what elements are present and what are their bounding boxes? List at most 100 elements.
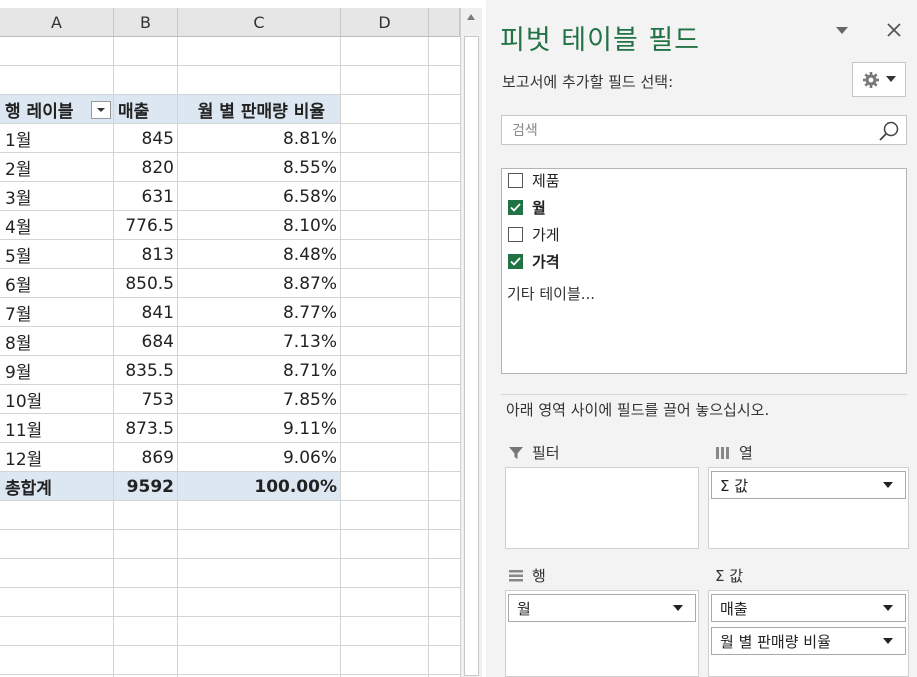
drag-hint: 아래 영역 사이에 필드를 끌어 놓으십시오. (506, 401, 770, 419)
row-labels-filter-button[interactable] (91, 101, 111, 119)
field-item[interactable]: 제품 (508, 169, 560, 191)
panel-options-chevron-icon[interactable] (836, 27, 848, 35)
ratio-header[interactable]: 월 별 판매량 비율 (181, 95, 339, 124)
spreadsheet[interactable]: A B C D 행 레이블 매출 월 별 판매량 비율 1월 845 8.81% 2월… (0, 0, 460, 677)
search-input[interactable] (510, 120, 874, 142)
ratio-cell[interactable]: 8.48% (178, 240, 337, 269)
row-labels-header[interactable]: 행 레이블 (5, 95, 95, 124)
values-area-title: Σ 값 (715, 567, 744, 585)
row-label-cell[interactable]: 6월 (5, 269, 105, 298)
values-area-label: Σ 값 (715, 565, 743, 586)
filter-dropdown-icon (97, 108, 105, 112)
checkbox-checked[interactable] (508, 199, 523, 215)
rows-field-label: 월 (517, 599, 531, 618)
sales-header[interactable]: 매출 (118, 95, 174, 124)
sales-cell[interactable]: 820 (114, 153, 174, 182)
column-header-b[interactable]: B (114, 8, 178, 37)
grand-total-label[interactable]: 총합계 (5, 472, 105, 501)
sales-cell[interactable]: 631 (114, 182, 174, 211)
field-label: 가게 (532, 225, 560, 244)
row-label-cell[interactable]: 2월 (5, 153, 105, 182)
sales-cell[interactable]: 841 (114, 298, 174, 327)
rows-field-month[interactable]: 월 (508, 594, 696, 622)
sheet-vertical-scrollbar[interactable] (460, 8, 482, 677)
ratio-cell[interactable]: 9.11% (178, 414, 337, 443)
column-c-label: C (253, 12, 265, 32)
sales-cell[interactable]: 684 (114, 327, 174, 356)
ratio-cell[interactable]: 7.13% (178, 327, 337, 356)
sales-cell[interactable]: 869 (114, 443, 174, 472)
field-search[interactable] (501, 115, 907, 145)
field-item[interactable]: 가격 (508, 250, 560, 272)
row-label-cell[interactable]: 9월 (5, 356, 105, 385)
row-label-cell[interactable]: 5월 (5, 240, 105, 269)
grand-total-ratio[interactable]: 100.00% (178, 472, 337, 501)
scrollbar-thumb[interactable] (464, 36, 479, 676)
grid-line (0, 587, 460, 588)
checkmark-icon (510, 256, 521, 266)
ratio-cell[interactable]: 7.85% (178, 385, 337, 414)
column-a-label: A (51, 12, 62, 32)
scroll-up-icon[interactable] (465, 10, 477, 24)
row-label-cell[interactable]: 11월 (5, 414, 105, 443)
filters-drop-zone[interactable] (505, 467, 699, 549)
column-header-a[interactable]: A (0, 8, 114, 37)
field-item[interactable]: 가게 (508, 223, 560, 245)
row-label-cell[interactable]: 4월 (5, 211, 105, 240)
checkmark-icon (510, 202, 521, 212)
grid-line (0, 645, 460, 646)
grid-line (0, 65, 460, 66)
sales-cell[interactable]: 835.5 (114, 356, 174, 385)
row-label-cell[interactable]: 12월 (5, 443, 105, 472)
row-label-cell[interactable]: 8월 (5, 327, 105, 356)
checkbox-unchecked[interactable] (508, 226, 523, 242)
field-item[interactable]: 월 (508, 196, 546, 218)
search-icon[interactable] (878, 120, 900, 142)
checkbox-checked[interactable] (508, 253, 523, 269)
ratio-cell[interactable]: 8.71% (178, 356, 337, 385)
sales-cell[interactable]: 850.5 (114, 269, 174, 298)
columns-drop-zone[interactable]: Σ 값 (708, 467, 909, 549)
chevron-down-icon (673, 605, 683, 611)
grand-total-sales[interactable]: 9592 (114, 472, 174, 501)
columns-field-values[interactable]: Σ 값 (711, 471, 906, 499)
ratio-cell[interactable]: 6.58% (178, 182, 337, 211)
row-label-cell[interactable]: 10월 (5, 385, 105, 414)
ratio-cell[interactable]: 8.87% (178, 269, 337, 298)
sales-cell[interactable]: 813 (114, 240, 174, 269)
row-label-cell[interactable]: 1월 (5, 124, 105, 153)
field-label: 제품 (532, 171, 560, 190)
values-field-label: 매출 (720, 599, 748, 618)
row-label-cell[interactable]: 3월 (5, 182, 105, 211)
row-label-cell[interactable]: 7월 (5, 298, 105, 327)
sales-cell[interactable]: 873.5 (114, 414, 174, 443)
field-list[interactable]: 제품월가게가격 기타 테이블... (501, 168, 907, 374)
grid-line (0, 558, 460, 559)
sales-cell[interactable]: 776.5 (114, 211, 174, 240)
columns-field-label: Σ 값 (720, 476, 749, 495)
ratio-cell[interactable]: 8.81% (178, 124, 337, 153)
values-field-sales[interactable]: 매출 (711, 594, 906, 622)
rows-icon (509, 569, 523, 581)
rows-drop-zone[interactable]: 월 (505, 590, 699, 677)
grid-line (340, 37, 341, 677)
tools-button[interactable] (852, 62, 906, 97)
ratio-cell[interactable]: 9.06% (178, 443, 337, 472)
checkbox-unchecked[interactable] (508, 172, 523, 188)
close-icon[interactable] (886, 22, 902, 38)
column-header-d[interactable]: D (341, 8, 429, 37)
column-header-c[interactable]: C (178, 8, 341, 37)
filters-area-title: 필터 (532, 444, 560, 462)
grid-line (0, 529, 460, 530)
sales-cell[interactable]: 753 (114, 385, 174, 414)
values-field-ratio[interactable]: 월 별 판매량 비율 (711, 627, 906, 655)
sales-cell[interactable]: 845 (114, 124, 174, 153)
column-header-e[interactable] (429, 8, 460, 37)
ratio-cell[interactable]: 8.77% (178, 298, 337, 327)
more-tables-link[interactable]: 기타 테이블... (507, 283, 595, 304)
ratio-cell[interactable]: 8.10% (178, 211, 337, 240)
chevron-down-icon (883, 638, 893, 644)
ratio-cell[interactable]: 8.55% (178, 153, 337, 182)
values-drop-zone[interactable]: 매출 월 별 판매량 비율 (708, 590, 909, 677)
columns-icon (716, 446, 729, 459)
